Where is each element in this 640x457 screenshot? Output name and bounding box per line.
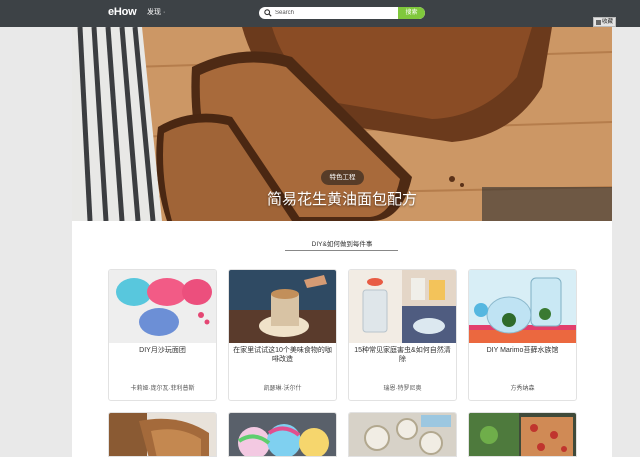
content-panel: DIY&如何做到每件事 DIY月沙玩面团 卡莉娅·庞尔瓦·菲利普斯 在家里试试这… bbox=[72, 221, 612, 457]
favorites-button[interactable]: 收藏 bbox=[593, 17, 616, 27]
article-card[interactable] bbox=[108, 412, 217, 457]
card-author[interactable]: 方秀纳森 bbox=[469, 383, 576, 392]
card-thumbnail bbox=[349, 270, 456, 343]
card-thumbnail bbox=[229, 413, 336, 456]
ehow-logo[interactable]: eHow bbox=[108, 6, 137, 18]
discover-menu[interactable]: 发现 · bbox=[147, 7, 165, 17]
article-card[interactable]: DIY月沙玩面团 卡莉娅·庞尔瓦·菲利普斯 bbox=[108, 269, 217, 401]
card-thumbnail bbox=[469, 270, 576, 343]
card-title[interactable]: 在家里试试这10个美味食物的咖啡改造 bbox=[233, 346, 332, 364]
article-card[interactable]: 15种常见家庭害虫&如何自然清除 瑞恩·特罗尼奥 bbox=[348, 269, 457, 401]
card-title[interactable]: DIY Marimo苔藓水族馆 bbox=[473, 346, 572, 355]
article-card[interactable]: DIY Marimo苔藓水族馆 方秀纳森 bbox=[468, 269, 577, 401]
card-thumbnail bbox=[469, 413, 576, 456]
top-navigation-bar: eHow 发现 · 搜索 bbox=[0, 0, 640, 27]
article-card[interactable] bbox=[468, 412, 577, 457]
bookmark-icon bbox=[595, 19, 601, 25]
card-title[interactable]: DIY月沙玩面团 bbox=[113, 346, 212, 355]
section-divider bbox=[285, 250, 398, 251]
card-thumbnail bbox=[109, 270, 216, 343]
card-author[interactable]: 瑞恩·特罗尼奥 bbox=[349, 383, 456, 392]
article-card[interactable]: 在家里试试这10个美味食物的咖啡改造 凯瑟琳·沃尔什 bbox=[228, 269, 337, 401]
card-author[interactable]: 卡莉娅·庞尔瓦·菲利普斯 bbox=[109, 383, 216, 392]
search-icon bbox=[264, 9, 272, 17]
card-thumbnail bbox=[229, 270, 336, 343]
search-button[interactable]: 搜索 bbox=[398, 7, 425, 19]
card-title[interactable]: 15种常见家庭害虫&如何自然清除 bbox=[353, 346, 452, 364]
card-author[interactable]: 凯瑟琳·沃尔什 bbox=[229, 383, 336, 392]
article-card[interactable] bbox=[348, 412, 457, 457]
hero-feature-tag[interactable]: 特色工程 bbox=[321, 170, 364, 185]
card-thumbnail bbox=[109, 413, 216, 456]
hero-title[interactable]: 简易花生黄油面包配方 bbox=[72, 188, 612, 209]
search-input[interactable] bbox=[275, 7, 385, 19]
search-bar: 搜索 bbox=[259, 7, 425, 19]
article-card[interactable] bbox=[228, 412, 337, 457]
card-thumbnail bbox=[349, 413, 456, 456]
section-heading: DIY&如何做到每件事 bbox=[311, 241, 373, 248]
favorites-label: 收藏 bbox=[601, 19, 613, 25]
